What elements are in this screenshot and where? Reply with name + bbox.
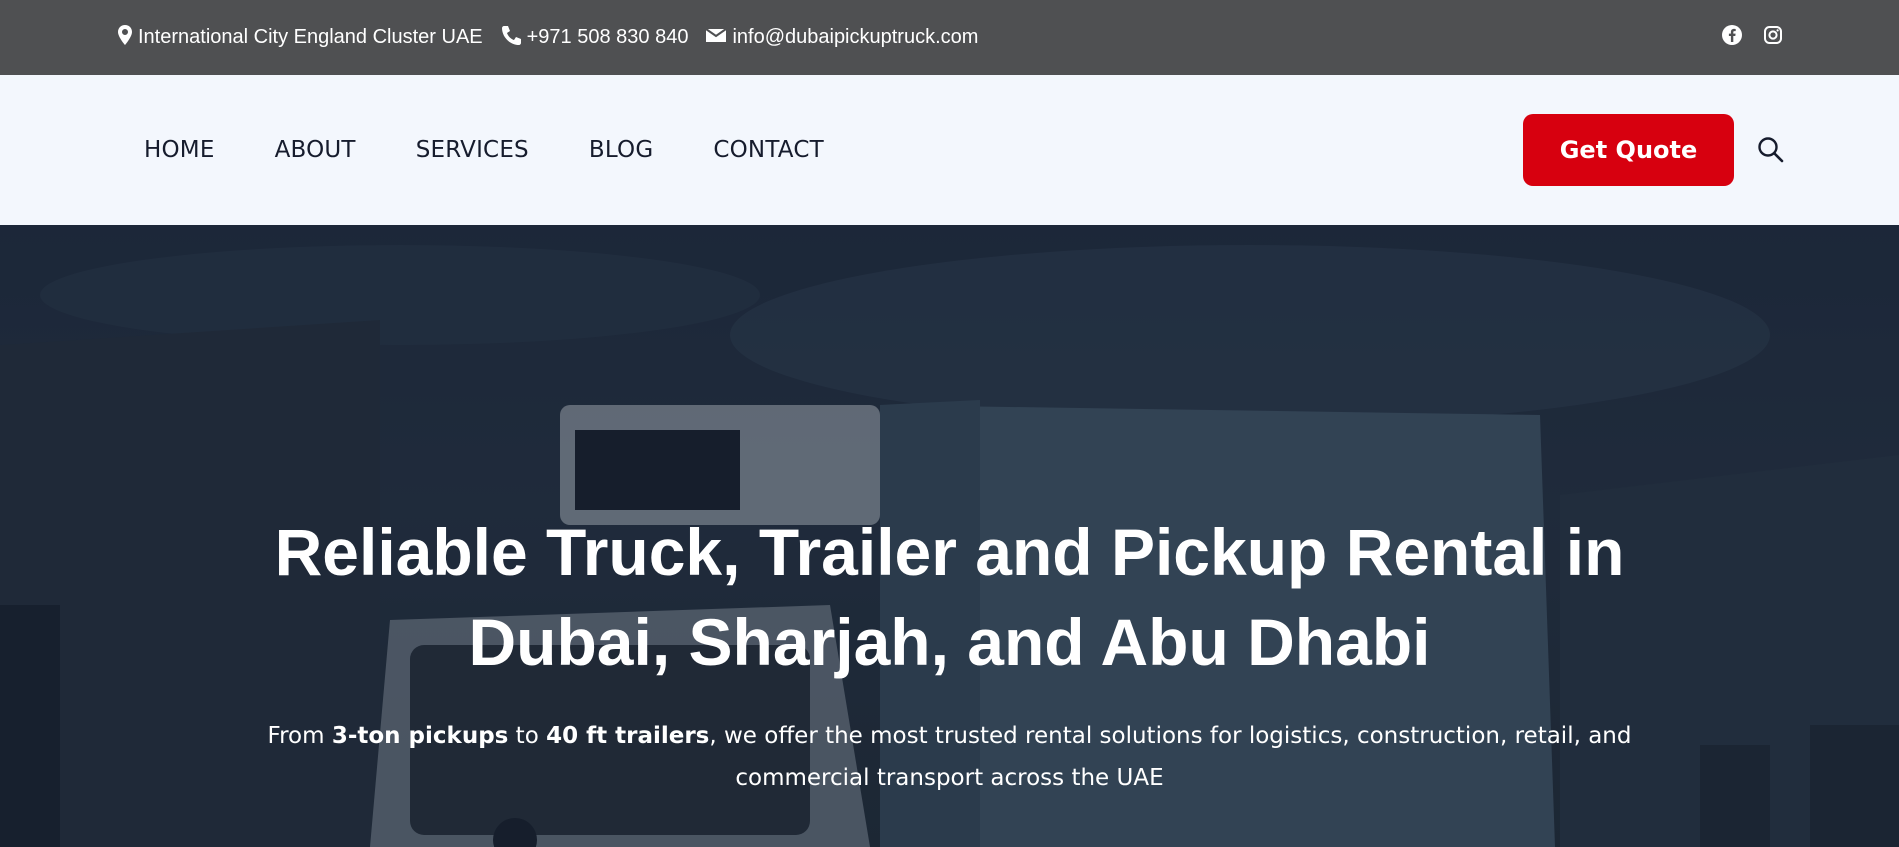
address-item: International City England Cluster UAE	[116, 24, 483, 52]
hero-subtitle: From 3-ton pickups to 40 ft trailers, we…	[250, 715, 1649, 799]
instagram-icon[interactable]	[1763, 25, 1783, 50]
main-header: HOME ABOUT SERVICES BLOG CONTACT Get Quo…	[0, 75, 1899, 225]
nav-blog[interactable]: BLOG	[589, 137, 654, 163]
nav-about[interactable]: ABOUT	[275, 137, 356, 163]
nav-home[interactable]: HOME	[144, 137, 215, 163]
mail-icon	[704, 26, 732, 50]
address-text: International City England Cluster UAE	[138, 26, 483, 48]
search-icon[interactable]	[1756, 135, 1786, 165]
nav-services[interactable]: SERVICES	[416, 137, 529, 163]
main-nav: HOME ABOUT SERVICES BLOG CONTACT	[144, 75, 884, 225]
phone-item[interactable]: +971 508 830 840	[499, 24, 689, 52]
nav-contact[interactable]: CONTACT	[713, 137, 823, 163]
hero-sub-rest: , we offer the most trusted rental solut…	[709, 723, 1632, 791]
hero-title-line2: Dubai, Sharjah, and Abu Dhabi	[468, 605, 1431, 679]
facebook-icon[interactable]	[1721, 24, 1743, 51]
social-links	[1721, 0, 1783, 75]
email-item[interactable]: info@dubaipickuptruck.com	[704, 26, 978, 50]
hero-sub-highlight-pickups: 3-ton pickups	[331, 723, 509, 749]
top-contact-bar: International City England Cluster UAE +…	[0, 0, 1899, 75]
hero-sub-prefix: From	[267, 723, 332, 749]
hero-sub-highlight-trailers: 40 ft trailers	[546, 723, 710, 749]
phone-text[interactable]: +971 508 830 840	[527, 26, 689, 49]
hero-sub-mid: to	[508, 723, 547, 749]
get-quote-button[interactable]: Get Quote	[1523, 114, 1734, 186]
email-text[interactable]: info@dubaipickuptruck.com	[732, 26, 978, 49]
phone-icon	[499, 24, 527, 52]
hero-section: Reliable Truck, Trailer and Pickup Renta…	[0, 225, 1899, 847]
location-pin-icon	[116, 24, 138, 52]
hero-title-line1: Reliable Truck, Trailer and Pickup Renta…	[274, 515, 1625, 589]
hero-title: Reliable Truck, Trailer and Pickup Renta…	[200, 507, 1699, 687]
contact-info: International City England Cluster UAE +…	[116, 0, 994, 75]
